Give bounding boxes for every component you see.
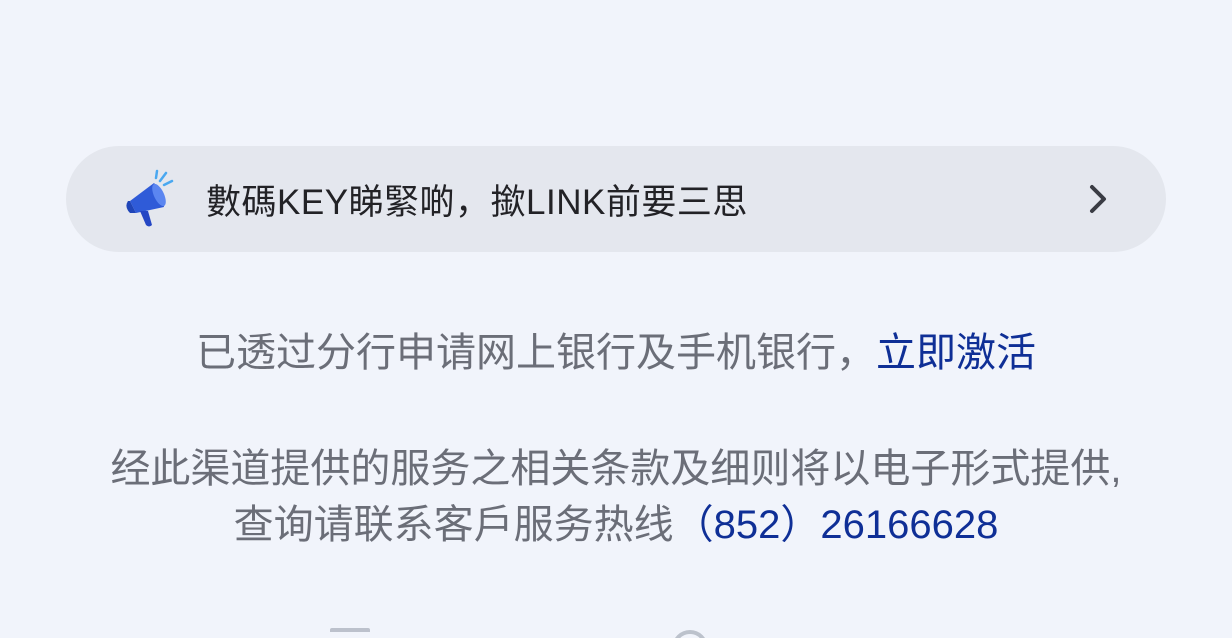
bottom-icon-partial-2 xyxy=(672,630,708,638)
security-notice-text: 數碼KEY睇緊啲，撳LINK前要三思 xyxy=(206,182,748,222)
terms-notice-line-1: 经此渠道提供的服务之相关条款及细则将以电子形式提供, xyxy=(110,447,1122,491)
activate-now-link[interactable]: 立即激活 xyxy=(876,331,1036,375)
customer-service-hotline-link[interactable]: （852）26166628 xyxy=(674,503,999,547)
chevron-right-icon[interactable] xyxy=(1084,181,1112,217)
activation-prompt-text: 已透过分行申请网上银行及手机银行， xyxy=(196,331,876,375)
bottom-icon-partial xyxy=(330,628,370,638)
activation-prompt: 已透过分行申请网上银行及手机银行，立即激活 xyxy=(0,320,1232,378)
hotline-prompt-text: 查询请联系客戶服务热线 xyxy=(233,503,674,547)
page: 數碼KEY睇緊啲，撳LINK前要三思 已透过分行申请网上银行及手机银行，立即激活… xyxy=(0,0,1232,638)
terms-notice-line-2: 查询请联系客戶服务热线（852）26166628 xyxy=(0,492,1232,550)
security-notice-banner[interactable]: 數碼KEY睇緊啲，撳LINK前要三思 xyxy=(66,146,1166,252)
megaphone-icon xyxy=(122,169,174,229)
